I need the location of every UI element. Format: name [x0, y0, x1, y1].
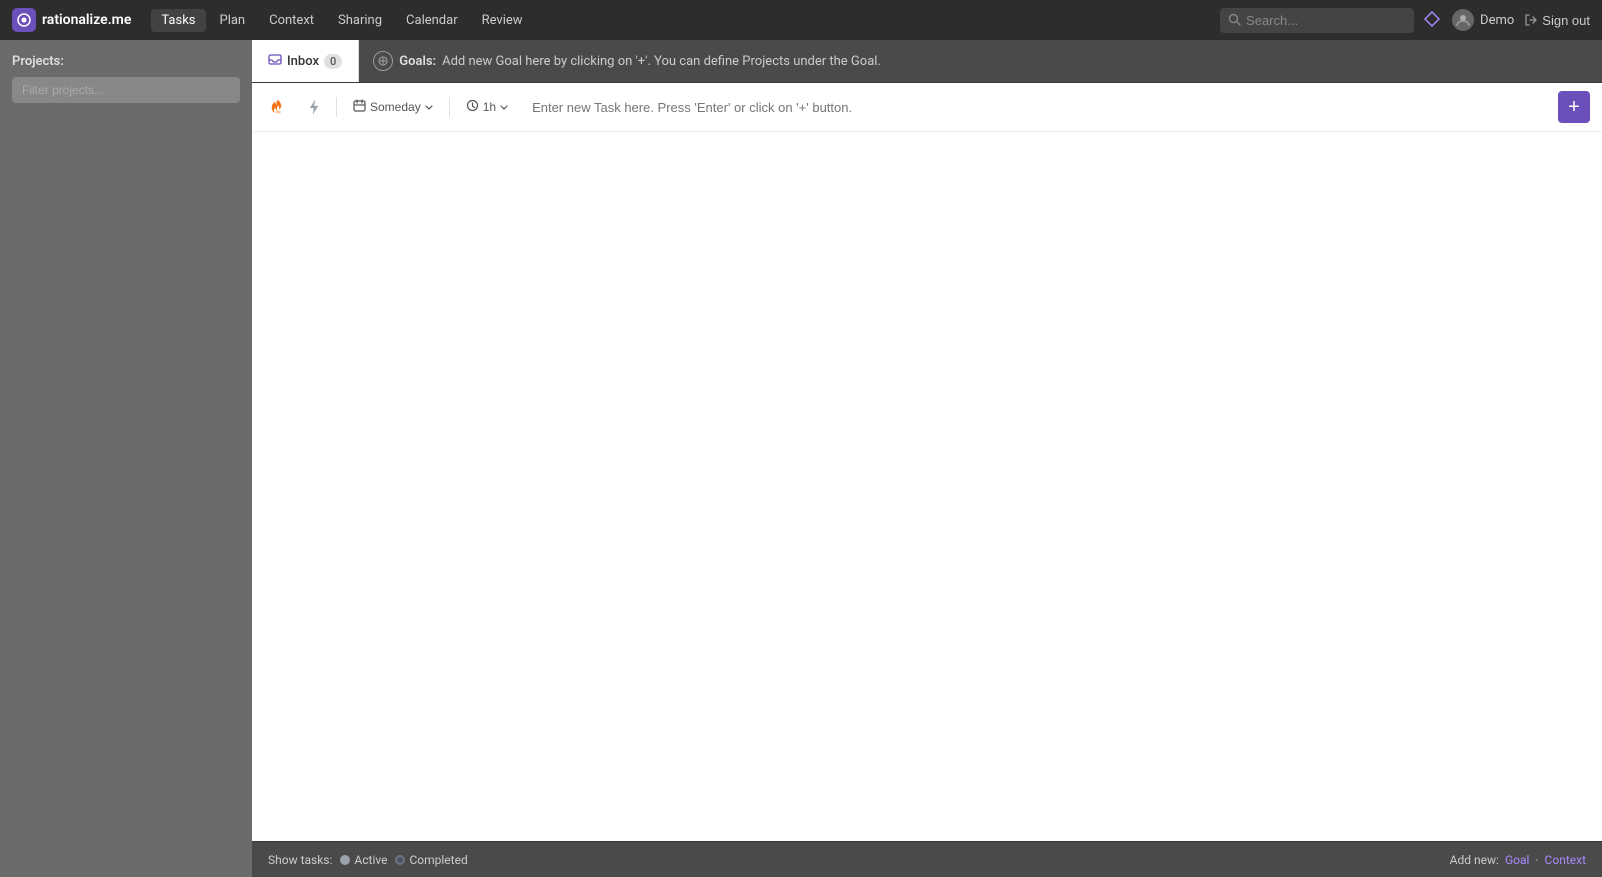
time-dropdown[interactable]: 1h — [458, 95, 516, 119]
task-input-area: Someday 1h — [252, 83, 1602, 841]
signout-label: Sign out — [1542, 13, 1590, 28]
someday-label: Someday — [370, 100, 421, 114]
user-name: Demo — [1480, 13, 1514, 28]
add-new-separator: · — [1535, 853, 1538, 867]
show-tasks-section: Show tasks: Active Completed — [268, 853, 468, 867]
active-radio[interactable]: Active — [340, 853, 387, 867]
task-add-button[interactable]: + — [1558, 91, 1590, 123]
sidebar: Projects: — [0, 40, 252, 877]
topnav: rationalize.me Tasks Plan Context Sharin… — [0, 0, 1602, 40]
nav-sharing[interactable]: Sharing — [328, 9, 392, 32]
add-new-section: Add new: Goal · Context — [1450, 853, 1586, 867]
logo-icon — [12, 8, 36, 32]
completed-label: Completed — [409, 853, 467, 867]
completed-radio-dot — [395, 855, 405, 865]
fire-button[interactable] — [264, 93, 292, 121]
inbox-badge: 0 — [324, 54, 342, 69]
search-wrapper[interactable] — [1220, 8, 1414, 33]
add-new-label: Add new: — [1450, 853, 1499, 867]
bolt-button[interactable] — [300, 93, 328, 121]
search-input[interactable] — [1246, 13, 1406, 28]
project-filter-input[interactable] — [12, 77, 240, 103]
nav-tasks[interactable]: Tasks — [151, 9, 205, 32]
logo-text: rationalize.me — [42, 12, 131, 28]
add-goal-link[interactable]: Goal — [1505, 853, 1529, 867]
toolbar-separator-2 — [449, 97, 450, 117]
nav-plan[interactable]: Plan — [210, 9, 256, 32]
calendar-icon — [353, 99, 366, 115]
logo[interactable]: rationalize.me — [12, 8, 131, 32]
content-area: Inbox 0 Goals: Add new Goal here by clic… — [252, 40, 1602, 877]
goals-bar: Goals: Add new Goal here by clicking on … — [359, 51, 1602, 71]
projects-label: Projects: — [12, 54, 240, 69]
tab-bar: Inbox 0 Goals: Add new Goal here by clic… — [252, 40, 1602, 83]
avatar — [1452, 9, 1474, 31]
toolbar-separator-1 — [336, 97, 337, 117]
nav-review[interactable]: Review — [472, 9, 533, 32]
topnav-right: Demo Sign out — [1220, 8, 1590, 33]
add-context-link[interactable]: Context — [1545, 853, 1586, 867]
goals-label: Goals: — [399, 54, 436, 69]
show-tasks-label: Show tasks: — [268, 853, 332, 867]
clock-icon — [466, 99, 479, 115]
someday-dropdown[interactable]: Someday — [345, 95, 441, 119]
nav-calendar[interactable]: Calendar — [396, 9, 468, 32]
main-layout: Projects: Inbox 0 — [0, 40, 1602, 877]
inbox-label: Inbox — [287, 54, 319, 69]
goals-add-button[interactable] — [373, 51, 393, 71]
task-toolbar: Someday 1h — [252, 83, 1602, 132]
active-label: Active — [354, 853, 387, 867]
signout-button[interactable]: Sign out — [1524, 13, 1590, 28]
time-label: 1h — [483, 100, 496, 114]
inbox-tab[interactable]: Inbox 0 — [252, 40, 359, 82]
user-info: Demo — [1452, 9, 1514, 31]
task-list — [252, 132, 1602, 841]
active-radio-dot — [340, 855, 350, 865]
time-chevron-down-icon — [500, 105, 508, 110]
chevron-down-icon — [425, 105, 433, 110]
bottom-bar: Show tasks: Active Completed Add new: Go… — [252, 841, 1602, 877]
completed-radio[interactable]: Completed — [395, 853, 467, 867]
nav-context[interactable]: Context — [259, 9, 324, 32]
goals-hint: Add new Goal here by clicking on '+'. Yo… — [442, 54, 881, 69]
search-icon — [1228, 11, 1241, 30]
task-input[interactable] — [524, 100, 1550, 115]
main-nav: Tasks Plan Context Sharing Calendar Revi… — [151, 9, 1212, 32]
diamond-icon — [1424, 11, 1442, 29]
inbox-icon — [268, 52, 282, 70]
